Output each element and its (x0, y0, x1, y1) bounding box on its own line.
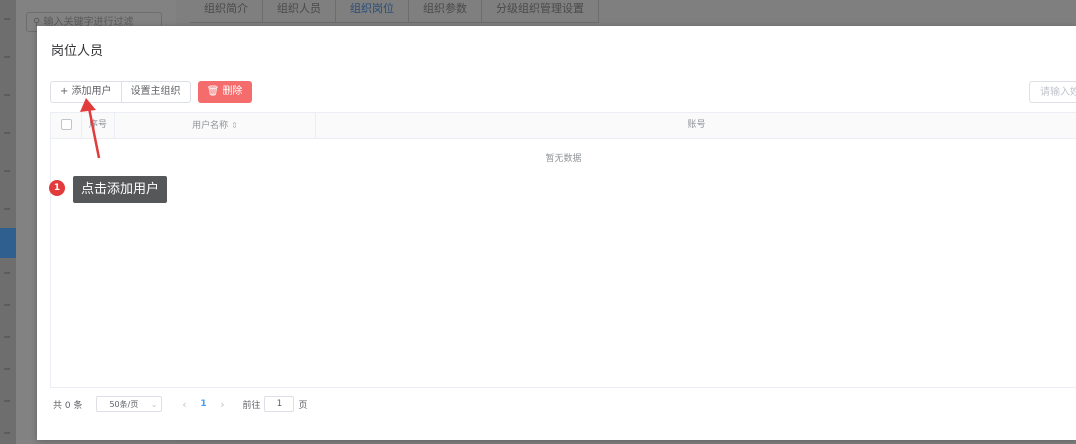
table-header: 序号 用户名称 ⇕ 账号 (51, 113, 1076, 139)
members-table: 序号 用户名称 ⇕ 账号 暂无数据 (50, 112, 1076, 388)
page-size-value: 50条/页 (109, 399, 139, 409)
nav-marker (4, 208, 10, 210)
tab-org-intro: 组织简介 (190, 0, 263, 22)
nav-marker (4, 132, 10, 134)
empty-state-text: 暂无数据 (545, 154, 582, 164)
trash-icon: 🗑 (206, 86, 223, 97)
nav-marker (4, 272, 10, 274)
page-number-current[interactable]: 1 (192, 399, 214, 409)
column-header-account: 账号 (687, 120, 706, 130)
prev-page-icon[interactable]: ‹ (176, 398, 192, 411)
goto-page-input[interactable] (264, 396, 295, 412)
total-count: 共 0 条 (53, 400, 83, 411)
nav-marker (4, 18, 10, 20)
nav-active-item (0, 228, 16, 258)
nav-marker (4, 400, 10, 402)
nav-marker (4, 336, 10, 338)
next-page-icon[interactable]: › (214, 398, 230, 411)
position-members-dialog: 岗位人员 + 添加用户 设置主组织 🗑 删除 序号 用户名称⇕ 账号 暂无数据 … (37, 26, 1076, 440)
tab-hierarchy-settings: 分级组织管理设置 (482, 0, 599, 22)
tab-org-params: 组织参数 (409, 0, 482, 22)
select-all-cell (51, 113, 82, 138)
background-tabs: 组织简介 组织人员 组织岗位 组织参数 分级组织管理设置 (190, 0, 599, 23)
select-all-checkbox[interactable] (60, 119, 72, 130)
column-header-username[interactable]: 用户名称 ⇕ (115, 113, 316, 138)
nav-marker (4, 94, 10, 96)
pagination: 共 0 条 50条/页 ⌄ ‹ 1 › 前往 页 (53, 396, 307, 412)
set-main-org-button[interactable]: 设置主组织 (121, 81, 191, 103)
goto-label: 前往 (242, 400, 261, 411)
tooltip: 点击添加用户 (73, 176, 168, 203)
delete-label: 删除 (222, 86, 243, 97)
nav-marker (4, 56, 10, 58)
add-user-button[interactable]: + 添加用户 (50, 81, 122, 103)
nav-marker (4, 432, 10, 434)
background-nav-rail (0, 0, 16, 444)
step-number-badge: 1 (49, 180, 65, 196)
nav-marker (4, 170, 10, 172)
sort-caret-icon[interactable]: ⇕ (231, 121, 238, 130)
chevron-down-icon: ⌄ (150, 399, 158, 409)
tab-org-members: 组织人员 (263, 0, 336, 22)
nav-marker (4, 368, 10, 370)
tab-org-positions: 组织岗位 (336, 0, 409, 22)
page-size-select[interactable]: 50条/页 ⌄ (96, 396, 163, 412)
goto-unit: 页 (298, 400, 308, 411)
dialog-title: 岗位人员 (51, 44, 104, 59)
name-search-input[interactable] (1029, 81, 1076, 103)
toolbar: + 添加用户 设置主组织 🗑 删除 (50, 81, 253, 103)
delete-button[interactable]: 🗑 删除 (197, 81, 253, 103)
column-header-username-label: 用户名称 (192, 121, 229, 131)
column-header-index: 序号 (82, 113, 115, 138)
nav-marker (4, 304, 10, 306)
